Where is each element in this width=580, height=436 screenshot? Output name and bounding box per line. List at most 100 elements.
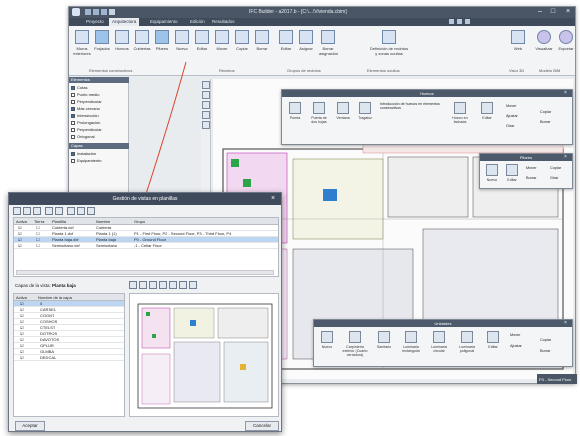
palette-button[interactable]: Sanitario — [374, 331, 394, 349]
help-icon[interactable] — [449, 19, 454, 24]
palette-side-action[interactable]: Copiar — [550, 166, 561, 170]
ribbon-button[interactable]: Web — [509, 30, 527, 66]
tab-proyecto[interactable]: Proyecto — [83, 18, 107, 26]
ribbon-button[interactable]: Mover — [213, 30, 231, 66]
snap-option[interactable]: Ortogonal — [71, 134, 127, 140]
ribbon-button[interactable]: Forjados — [93, 30, 111, 66]
maximize-button[interactable]: □ — [548, 8, 558, 16]
layer-option[interactable]: Instalación — [71, 151, 127, 157]
checkbox[interactable] — [71, 151, 75, 156]
close-icon[interactable]: × — [271, 195, 275, 202]
accept-button[interactable]: Aceptar — [15, 421, 45, 431]
palette-button[interactable]: Editar — [478, 102, 496, 120]
move-up-icon[interactable] — [45, 207, 53, 215]
zoom-in-icon[interactable] — [129, 281, 137, 289]
palette-button[interactable]: Tragaluz — [356, 102, 374, 120]
active-checkbox[interactable]: ☑ — [20, 355, 24, 361]
copy-view-icon[interactable] — [33, 207, 41, 215]
snap-option[interactable]: Intersección — [71, 113, 127, 119]
palette-side-action[interactable]: Copiar — [540, 338, 551, 342]
snap-option[interactable]: Cotas — [71, 85, 127, 91]
save-icon[interactable] — [85, 9, 91, 15]
refresh-icon[interactable] — [87, 207, 95, 215]
info-icon[interactable] — [457, 19, 462, 24]
pan-icon[interactable] — [169, 281, 177, 289]
ribbon-button[interactable]: Definición de recintos y zonas ocultas — [369, 30, 409, 66]
refresh-icon[interactable] — [179, 281, 187, 289]
zoom-out-icon[interactable] — [139, 281, 147, 289]
new-view-icon[interactable] — [13, 207, 21, 215]
checkbox[interactable] — [71, 120, 75, 125]
snap-option[interactable]: Prolongación — [71, 120, 127, 126]
layer-row[interactable]: ☑ DEDCAL — [14, 355, 124, 361]
land-checkbox[interactable]: ☐ — [36, 243, 40, 249]
palette-button[interactable]: Hueco en fachada — [448, 102, 472, 124]
checkbox[interactable] — [71, 99, 75, 104]
palette-side-action[interactable]: Mover — [510, 333, 521, 337]
measure-icon[interactable] — [202, 101, 210, 109]
delete-icon[interactable] — [77, 207, 85, 215]
ribbon-button[interactable]: Exportar — [557, 30, 575, 66]
checkbox[interactable] — [71, 113, 75, 118]
cancel-button[interactable]: Cancelar — [245, 421, 279, 431]
zoom-icon[interactable] — [202, 81, 210, 89]
palette-side-action[interactable]: Borrar — [526, 176, 537, 180]
palette-side-action[interactable]: Ajustar — [510, 344, 522, 348]
palette-button[interactable]: Luminaria poligonal — [454, 331, 480, 353]
undo-icon[interactable] — [93, 9, 99, 15]
palette-button[interactable]: Puerta de dos hojas — [308, 102, 330, 124]
plan-preview[interactable] — [129, 293, 279, 417]
palette-button[interactable]: Ventana — [334, 102, 352, 120]
ribbon-button[interactable]: Visualizar — [535, 30, 553, 66]
close-icon[interactable]: × — [564, 320, 567, 327]
pan-icon[interactable] — [202, 91, 210, 99]
close-icon[interactable]: × — [564, 90, 567, 97]
palette-side-action[interactable]: Borrar — [540, 349, 551, 353]
checkbox[interactable] — [71, 127, 75, 132]
move-down-icon[interactable] — [55, 207, 63, 215]
palette-button[interactable]: Editar — [504, 164, 520, 182]
palette-button[interactable]: Nuevo — [484, 164, 500, 182]
snap-option[interactable]: Perpendicular — [71, 99, 127, 105]
horizontal-scrollbar[interactable] — [16, 270, 274, 275]
palette-button[interactable]: Luminaria rectangular — [398, 331, 424, 353]
palette-side-action[interactable]: Copiar — [540, 110, 551, 114]
palette-side-action[interactable]: Girar — [550, 176, 558, 180]
minimize-button[interactable]: – — [535, 8, 545, 16]
ribbon-button[interactable]: Asignar — [297, 30, 315, 66]
palette-side-action[interactable]: Girar — [506, 124, 514, 128]
palette-button[interactable]: Luminaria circular — [426, 331, 452, 353]
palette-button[interactable]: Carpintería exterior (Cuarto cerradura) — [340, 331, 370, 357]
ribbon-button[interactable]: Copiar — [233, 30, 251, 66]
print-icon[interactable] — [109, 9, 115, 15]
checkbox[interactable] — [71, 158, 75, 163]
snap-option[interactable]: Punto medio — [71, 92, 127, 98]
close-button[interactable]: × — [563, 8, 573, 16]
palette-side-action[interactable]: Mover — [526, 166, 537, 170]
edit-view-icon[interactable] — [23, 207, 31, 215]
tab-edicion[interactable]: Edición — [187, 18, 208, 26]
redo-icon[interactable] — [101, 9, 107, 15]
ribbon-button[interactable]: Borrar asignación — [319, 30, 338, 66]
checkbox[interactable] — [71, 85, 75, 90]
checkbox[interactable] — [71, 92, 75, 97]
tab-resultados[interactable]: Resultados — [209, 18, 238, 26]
ribbon-button[interactable]: Huecos — [113, 30, 131, 66]
palette-side-action[interactable]: Ajustar — [506, 114, 518, 118]
settings-icon[interactable] — [465, 19, 470, 24]
layers-icon[interactable] — [202, 111, 210, 119]
tab-arquitectura[interactable]: Arquitectura — [109, 18, 140, 26]
zoom-all-icon[interactable] — [159, 281, 167, 289]
active-checkbox[interactable]: ☑ — [18, 243, 22, 249]
layer-option[interactable]: Equipamiento — [71, 158, 127, 164]
settings-icon[interactable] — [189, 281, 197, 289]
tab-equipamiento[interactable]: Equipamiento — [147, 18, 181, 26]
checkbox[interactable] — [71, 134, 75, 139]
table-row[interactable]: ☑ ☐ Semisótano.dxf Semisótano -1 - Cella… — [14, 243, 278, 249]
snap-option[interactable]: Más cercano — [71, 106, 127, 112]
import-icon[interactable] — [67, 207, 75, 215]
palette-side-action[interactable]: Borrar — [540, 120, 551, 124]
snap-option[interactable]: Perpendicular — [71, 127, 127, 133]
close-icon[interactable]: × — [564, 154, 567, 161]
grid-icon[interactable] — [202, 121, 210, 129]
